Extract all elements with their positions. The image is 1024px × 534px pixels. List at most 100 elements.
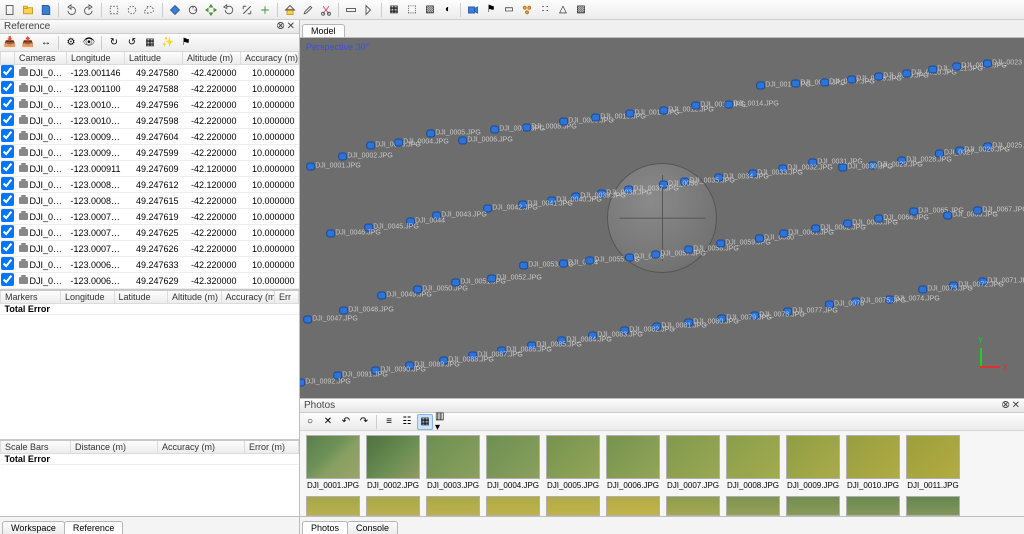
viewport-camera[interactable]: DJI_0014.JPG <box>725 101 779 108</box>
viewport-camera[interactable]: DJI_0092.JPG <box>300 379 351 386</box>
camera-checkbox[interactable] <box>1 97 14 110</box>
rotate-cw-icon[interactable]: ↻ <box>106 35 122 51</box>
camera-checkbox[interactable] <box>1 209 14 222</box>
camera-checkbox[interactable] <box>1 241 14 254</box>
viewport-camera[interactable]: DJI_0002.JPG <box>339 153 393 160</box>
photo-thumbnail[interactable]: DJI_0008.JPG <box>726 435 780 490</box>
viewport-camera[interactable]: DJI_0048.JPG <box>340 307 394 314</box>
tab-workspace[interactable]: Workspace <box>2 521 65 534</box>
viewport-camera[interactable]: DJI_0004.JPG <box>395 139 449 146</box>
rot-right-icon[interactable]: ↷ <box>356 414 372 430</box>
viewport-camera[interactable]: DJI_0049.JPG <box>378 292 432 299</box>
thumb-icon[interactable]: ▦ <box>417 414 433 430</box>
photo-thumbnail[interactable]: DJI_0005.JPG <box>546 435 600 490</box>
view-icon[interactable]: 👁 <box>81 35 97 51</box>
camera-checkbox[interactable] <box>1 145 14 158</box>
cam-toggle-icon[interactable] <box>465 2 481 18</box>
viewport-camera[interactable]: DJI_0047.JPG <box>304 316 358 323</box>
camera-row[interactable]: DJI_001...-123.00075449.247625-42.220000… <box>1 225 299 241</box>
camera-row[interactable]: DJI_000...-123.00091149.247609-42.120000… <box>1 161 299 177</box>
flag2-icon[interactable]: ⚑ <box>178 35 194 51</box>
camera-checkbox[interactable] <box>1 273 14 286</box>
photo-thumbnail[interactable]: DJI_0006.JPG <box>606 435 660 490</box>
tab-console[interactable]: Console <box>347 521 398 534</box>
reset-view-icon[interactable] <box>185 2 201 18</box>
camera-checkbox[interactable] <box>1 161 14 174</box>
edit-icon[interactable] <box>300 2 316 18</box>
camera-row[interactable]: DJI_000...-123.00114649.247580-42.420000… <box>1 65 299 81</box>
viewport-camera[interactable]: DJI_0050.JPG <box>414 286 468 293</box>
select-rect-icon[interactable] <box>106 2 122 18</box>
viewport-camera[interactable]: DJI_0046.JPG <box>327 230 381 237</box>
camera-row[interactable]: DJI_001...-123.00070649.247626-42.220000… <box>1 241 299 257</box>
add-icon[interactable] <box>257 2 273 18</box>
large-icon[interactable]: ▥ ▾ <box>435 414 451 430</box>
viewport-camera[interactable]: DJI_0058.JPG <box>685 246 739 253</box>
zoom-fit-icon[interactable] <box>167 2 183 18</box>
sel-circle-icon[interactable]: ○ <box>302 414 318 430</box>
undo-icon[interactable] <box>63 2 79 18</box>
photo-thumbnail[interactable]: DJI_0001.JPG <box>306 435 360 490</box>
camera-row[interactable]: DJI_000...-123.00110049.247588-42.220000… <box>1 81 299 97</box>
open-icon[interactable] <box>20 2 36 18</box>
photo-thumbnail[interactable] <box>486 496 540 516</box>
viewport-camera[interactable]: DJI_0091.JPG <box>334 372 388 379</box>
camera-checkbox[interactable] <box>1 193 14 206</box>
viewport-camera[interactable]: DJI_0001.JPG <box>307 163 361 170</box>
flag-icon[interactable]: ⚑ <box>483 2 499 18</box>
photo-thumbnail[interactable]: DJI_0011.JPG <box>906 435 960 490</box>
camera-checkbox[interactable] <box>1 177 14 190</box>
redo-icon[interactable] <box>81 2 97 18</box>
viewport-camera[interactable]: DJI_0064.JPG <box>875 215 929 222</box>
export-icon[interactable]: 📤 <box>20 35 36 51</box>
viewport-camera[interactable]: DJI_0067.JPG <box>974 207 1024 214</box>
import-icon[interactable]: 📥 <box>2 35 18 51</box>
mesh-icon[interactable]: △ <box>555 2 571 18</box>
dense-icon[interactable]: ∷ <box>537 2 553 18</box>
photos-body[interactable]: DJI_0001.JPGDJI_0002.JPGDJI_0003.JPGDJI_… <box>300 431 1024 516</box>
camera-checkbox[interactable] <box>1 65 14 78</box>
photo-thumbnail[interactable]: DJI_0003.JPG <box>426 435 480 490</box>
viewport-camera[interactable]: DJI_0023 <box>984 60 1022 67</box>
photo-thumbnail[interactable] <box>366 496 420 516</box>
photo-thumbnail[interactable]: DJI_0002.JPG <box>366 435 420 490</box>
photo-thumbnail[interactable]: DJI_0010.JPG <box>846 435 900 490</box>
camera-row[interactable]: DJI_001...-123.00078849.247619-42.220000… <box>1 209 299 225</box>
viewport-camera[interactable]: DJI_0042.JPG <box>484 205 538 212</box>
grid-icon[interactable]: ▦ <box>386 2 402 18</box>
photo-thumbnail[interactable] <box>726 496 780 516</box>
shaded-icon[interactable]: ◐ <box>440 2 456 18</box>
photo-thumbnail[interactable]: DJI_0007.JPG <box>666 435 720 490</box>
optimize-icon[interactable]: ✨ <box>160 35 176 51</box>
camera-row[interactable]: DJI_000...-123.00086549.247612-42.120000… <box>1 177 299 193</box>
rotate-ccw-icon[interactable]: ↺ <box>124 35 140 51</box>
viewport-camera[interactable]: DJI_0073.JPG <box>919 286 973 293</box>
camera-checkbox[interactable] <box>1 257 14 270</box>
detail-icon[interactable]: ☷ <box>399 414 415 430</box>
region-icon[interactable]: ▭ <box>501 2 517 18</box>
texture-icon[interactable]: ▨ <box>573 2 589 18</box>
photo-thumbnail[interactable]: DJI_0004.JPG <box>486 435 540 490</box>
close-icon[interactable]: ✕ <box>287 21 295 32</box>
scale-icon[interactable] <box>239 2 255 18</box>
camera-row[interactable]: DJI_000...-123.00082249.247615-42.220000… <box>1 193 299 209</box>
cameras-table[interactable]: Cameras Longitude Latitude Altitude (m) … <box>0 52 299 289</box>
tab-photos[interactable]: Photos <box>302 521 348 534</box>
rotate-icon[interactable] <box>221 2 237 18</box>
settings-icon[interactable]: ⚙ <box>63 35 79 51</box>
update-icon[interactable]: ▦ <box>142 35 158 51</box>
model-viewport[interactable]: Perspective 30° YX DJI_0001.JPGDJI_0002.… <box>300 38 1024 398</box>
photo-thumbnail[interactable] <box>546 496 600 516</box>
camera-checkbox[interactable] <box>1 81 14 94</box>
viewport-camera[interactable]: DJI_0027 <box>936 150 974 157</box>
camera-row[interactable]: DJI_001...-123.00067249.247633-42.220000… <box>1 257 299 273</box>
cut-icon[interactable] <box>318 2 334 18</box>
new-icon[interactable] <box>2 2 18 18</box>
viewport-camera[interactable]: DJI_0076 <box>826 301 864 308</box>
wire-icon[interactable]: ⬚ <box>404 2 420 18</box>
solid-icon[interactable]: ▧ <box>422 2 438 18</box>
markers-table[interactable]: Markers Longitude Latitude Altitude (m) … <box>0 291 299 439</box>
photo-thumbnail[interactable] <box>906 496 960 516</box>
photo-thumbnail[interactable] <box>606 496 660 516</box>
viewport-camera[interactable]: DJI_0052.JPG <box>488 275 542 282</box>
